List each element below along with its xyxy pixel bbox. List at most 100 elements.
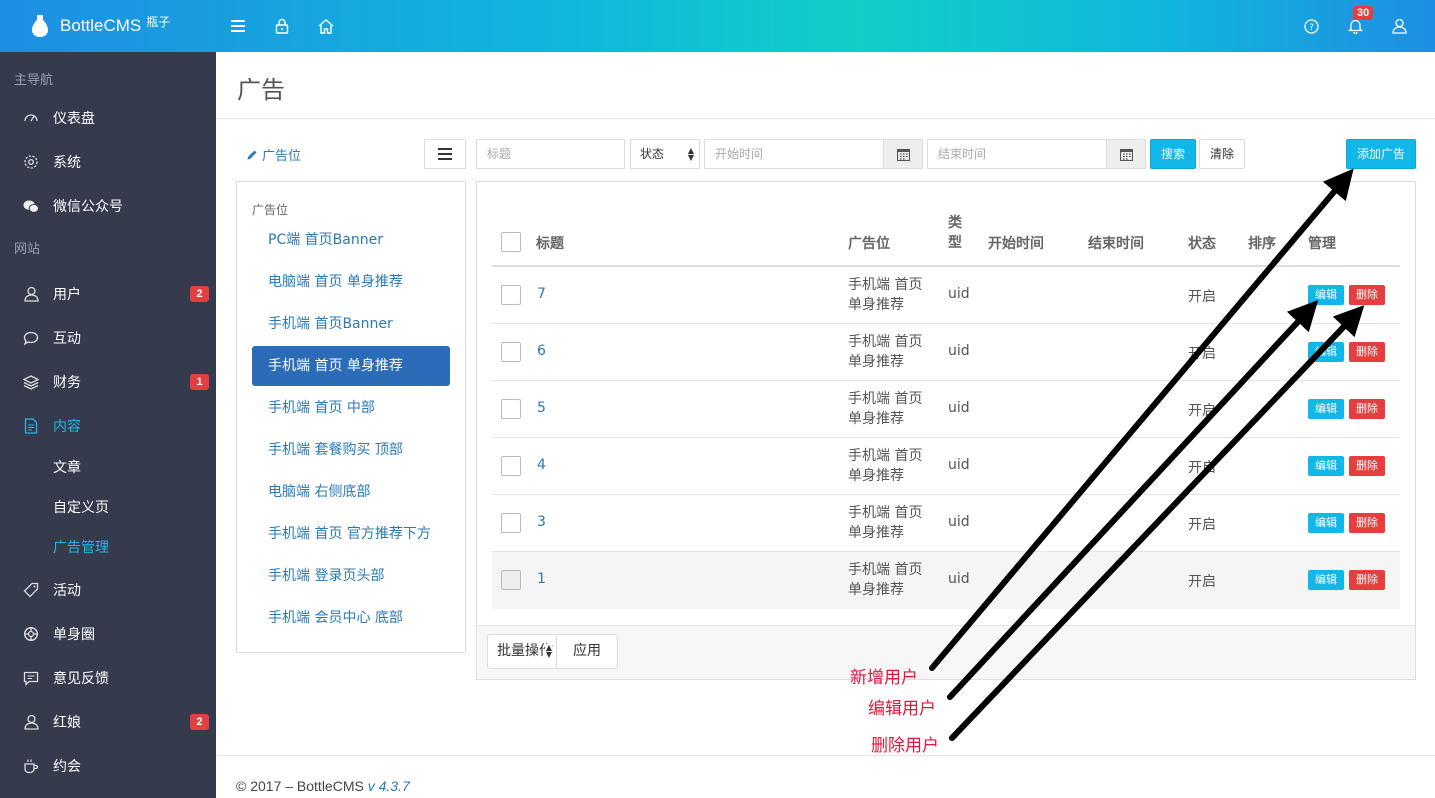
ad-position-item[interactable]: 手机端 会员中心 底部 — [252, 598, 450, 638]
row-checkbox[interactable] — [501, 513, 521, 533]
matchmaker-icon — [23, 714, 39, 730]
sidebar-item-label: 约会 — [53, 759, 81, 775]
start-time-input[interactable]: 开始时间 — [704, 139, 884, 169]
sidebar-item-activities[interactable]: 活动 — [0, 568, 216, 612]
row-checkbox[interactable] — [501, 570, 521, 590]
row-title-link[interactable]: 4 — [537, 457, 546, 473]
row-checkbox[interactable] — [501, 399, 521, 419]
list-menu-button[interactable] — [424, 139, 466, 169]
table-row: 4 手机端 首页 单身推荐 uid 开启 编辑 删除 — [492, 438, 1400, 495]
sidebar-item-content[interactable]: 内容 — [0, 404, 216, 448]
sidebar-subitem-custom-pages[interactable]: 自定义页 — [0, 488, 216, 528]
edit-button[interactable]: 编辑 — [1308, 342, 1344, 362]
edit-button[interactable]: 编辑 — [1308, 456, 1344, 476]
column-header-title: 标题 — [536, 236, 564, 252]
lifebuoy-icon — [23, 626, 39, 642]
status-select[interactable]: 状态 ▲ ▼ — [630, 139, 700, 169]
clear-button[interactable]: 清除 — [1199, 139, 1245, 169]
sidebar-item-users[interactable]: 用户 2 — [0, 272, 216, 316]
ad-position-item-active[interactable]: 手机端 首页 单身推荐 — [252, 346, 450, 386]
sidebar-subitem-articles[interactable]: 文章 — [0, 448, 216, 488]
ad-position-item[interactable]: 手机端 首页 官方推荐下方 — [252, 514, 450, 554]
document-icon — [23, 418, 39, 434]
row-checkbox[interactable] — [501, 285, 521, 305]
end-calendar-button[interactable] — [1106, 139, 1146, 169]
row-title-link[interactable]: 5 — [537, 400, 546, 416]
home-icon[interactable] — [304, 0, 348, 52]
apply-button[interactable]: 应用 — [556, 634, 618, 669]
dashboard-icon — [23, 110, 39, 126]
edit-button[interactable]: 编辑 — [1308, 513, 1344, 533]
row-checkbox[interactable] — [501, 342, 521, 362]
row-title-link[interactable]: 7 — [537, 286, 546, 302]
ad-position-item[interactable]: 手机端 登录页头部 — [252, 556, 450, 596]
sidebar-item-matchmaker[interactable]: 红娘 2 — [0, 700, 216, 744]
menu-toggle-icon[interactable] — [216, 0, 260, 52]
hamburger-icon — [438, 148, 452, 160]
add-ad-button[interactable]: 添加广告 — [1346, 139, 1416, 169]
sidebar-item-system[interactable]: 系统 — [0, 140, 216, 184]
brand-sub: 瓶子 — [146, 14, 171, 29]
sidebar-item-label: 活动 — [53, 583, 81, 599]
sidebar-item-finance[interactable]: 财务 1 — [0, 360, 216, 404]
sidebar-item-feedback[interactable]: 意见反馈 — [0, 656, 216, 700]
select-all-checkbox[interactable] — [501, 232, 521, 252]
lock-icon[interactable] — [260, 0, 304, 52]
sidebar-item-label: 互动 — [53, 331, 81, 347]
edit-button[interactable]: 编辑 — [1308, 285, 1344, 305]
select-arrows-icon: ▲ ▼ — [544, 643, 552, 659]
row-title-link[interactable]: 3 — [537, 514, 546, 530]
chat-icon — [23, 330, 39, 346]
row-title-link[interactable]: 6 — [537, 343, 546, 359]
sidebar-item-dating[interactable]: 约会 — [0, 744, 216, 788]
row-position-line2: 单身推荐 — [848, 297, 904, 313]
search-button[interactable]: 搜索 — [1150, 139, 1196, 169]
sidebar-subitem-ad-management[interactable]: 广告管理 — [0, 528, 216, 568]
ad-position-item[interactable]: 电脑端 首页 单身推荐 — [252, 262, 450, 302]
user-icon — [23, 286, 39, 302]
ad-position-item[interactable]: 手机端 套餐购买 顶部 — [252, 430, 450, 470]
title-search-input[interactable]: 标题 — [476, 139, 625, 169]
row-checkbox[interactable] — [501, 456, 521, 476]
annotation-delete-user: 删除用户 — [871, 736, 939, 756]
edit-button[interactable]: 编辑 — [1308, 570, 1344, 590]
batch-action-select[interactable]: 批量操作 ▲ ▼ — [487, 634, 557, 669]
ad-position-link[interactable]: 广告位 — [246, 145, 301, 164]
delete-button[interactable]: 删除 — [1349, 399, 1385, 419]
delete-button[interactable]: 删除 — [1349, 513, 1385, 533]
ad-position-item[interactable]: 手机端 首页 中部 — [252, 388, 450, 428]
notification-bell-icon[interactable]: 30 — [1333, 0, 1377, 52]
sidebar-item-dashboard[interactable]: 仪表盘 — [0, 96, 216, 140]
help-icon[interactable]: ? — [1289, 0, 1333, 52]
matchmaker-count-badge: 2 — [190, 714, 209, 730]
delete-button[interactable]: 删除 — [1349, 285, 1385, 305]
sidebar-item-wechat[interactable]: 微信公众号 — [0, 184, 216, 228]
sidebar-item-interaction[interactable]: 互动 — [0, 316, 216, 360]
ad-position-header: 广告位 — [252, 203, 289, 217]
ad-position-item[interactable]: PC端 首页Banner — [252, 220, 450, 260]
copyright-text: © 2017 – BottleCMS — [236, 778, 368, 794]
row-position: 手机端 首页 单身推荐 — [848, 332, 922, 372]
select-arrows-icon: ▲ ▼ — [687, 146, 694, 162]
edit-button[interactable]: 编辑 — [1308, 399, 1344, 419]
delete-button[interactable]: 删除 — [1349, 342, 1385, 362]
table-row: 1 手机端 首页 单身推荐 uid 开启 编辑 删除 — [492, 552, 1400, 609]
delete-button[interactable]: 删除 — [1349, 456, 1385, 476]
start-calendar-button[interactable] — [883, 139, 923, 169]
row-title-link[interactable]: 1 — [537, 571, 546, 587]
brand[interactable]: BottleCMS 瓶子 — [0, 0, 216, 52]
row-position-line2: 单身推荐 — [848, 354, 904, 370]
row-position-line1: 手机端 首页 — [848, 277, 923, 293]
table-row: 7 手机端 首页 单身推荐 uid 开启 编辑 删除 — [492, 267, 1400, 324]
delete-button[interactable]: 删除 — [1349, 570, 1385, 590]
user-profile-icon[interactable] — [1377, 0, 1421, 52]
end-time-input[interactable]: 结束时间 — [927, 139, 1107, 169]
row-status: 开启 — [1188, 289, 1216, 305]
nav-section-main: 主导航 — [14, 73, 54, 88]
gear-icon — [23, 154, 39, 170]
ad-position-item[interactable]: 电脑端 右侧底部 — [252, 472, 450, 512]
row-position-line2: 单身推荐 — [848, 411, 904, 427]
sidebar-item-singles-circle[interactable]: 单身圈 — [0, 612, 216, 656]
ad-position-item[interactable]: 手机端 首页Banner — [252, 304, 450, 344]
wechat-icon — [23, 198, 39, 214]
